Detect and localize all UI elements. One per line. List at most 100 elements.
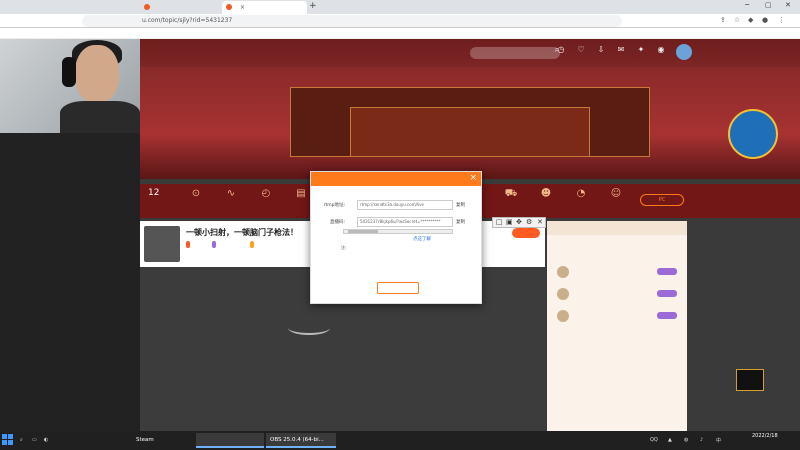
key-field[interactable]: 5431237rBkjkp6u/?wsSecret=**********	[357, 217, 453, 227]
dialog-header: ×	[311, 172, 481, 186]
category-badge	[250, 241, 254, 248]
message-icon[interactable]: ✉	[614, 45, 628, 54]
favicon-icon	[226, 4, 232, 10]
taskbar-browser[interactable]	[196, 433, 264, 448]
rank-row[interactable]	[553, 265, 681, 279]
left-background	[0, 133, 140, 431]
rtmp-label: rtmp地址:	[323, 203, 345, 208]
gift-icon[interactable]: ✦	[634, 45, 648, 54]
minimize-icon[interactable]: ─	[745, 1, 749, 9]
new-tab-button[interactable]: +	[309, 1, 317, 11]
help-link[interactable]: 点这了解	[413, 236, 431, 242]
taskview-icon[interactable]: ▭	[32, 437, 37, 443]
channel-logo	[736, 369, 764, 391]
rank-badge	[212, 241, 216, 248]
key-label: 直播码:	[329, 220, 345, 225]
floating-toolbar: □ ▣ ✥ ⚙ ✕	[492, 217, 546, 228]
favicon-icon	[144, 4, 150, 10]
wave-icon[interactable]: ∿	[220, 188, 242, 199]
chat-tabs[interactable]	[547, 221, 687, 235]
edge-icon[interactable]: ◐	[44, 437, 48, 443]
star-icon[interactable]: ☆	[734, 16, 740, 24]
notice-block: 注:	[341, 244, 466, 251]
share-icon[interactable]: ⇪	[720, 16, 726, 24]
maximize-icon[interactable]: ▢	[765, 1, 772, 9]
search-input[interactable]	[470, 47, 560, 59]
rtmp-field[interactable]: rtmp://sendtc3a.douyu.com/live	[357, 200, 453, 210]
rank-button[interactable]	[657, 268, 677, 275]
copy-key-button[interactable]: 复制	[456, 219, 465, 225]
history-icon[interactable]: ◷	[554, 45, 568, 54]
rank-button[interactable]	[657, 290, 677, 297]
bookmark-bar[interactable]	[0, 28, 800, 39]
tray-icon[interactable]: ▲	[668, 437, 672, 443]
url-field[interactable]: u.com/topic/sjly?rid=5431237	[82, 15, 622, 27]
taskbar-steam[interactable]: Steam	[132, 433, 194, 448]
room-banner	[140, 67, 800, 179]
qq-icon[interactable]: QQ	[650, 437, 658, 443]
push-stream-dialog: × rtmp地址: rtmp://sendtc3a.douyu.com/live…	[310, 171, 482, 304]
close-window-icon[interactable]: ✕	[785, 1, 791, 9]
rank-row[interactable]	[553, 287, 681, 301]
car-icon[interactable]: ⛟	[500, 188, 522, 201]
webcam-overlay	[0, 39, 140, 133]
copy-rtmp-button[interactable]: 复制	[456, 202, 465, 208]
video-icon[interactable]: ▤	[290, 188, 312, 199]
toggle-icon[interactable]: ⊙	[185, 188, 207, 199]
clock-date: 2022/2/18	[752, 433, 778, 439]
download-icon[interactable]: ⇩	[594, 45, 608, 54]
rank-button[interactable]	[657, 312, 677, 319]
browser-tab-bar: × + ─ ▢ ✕	[0, 0, 800, 14]
scrollbar-thumb[interactable]	[348, 230, 378, 233]
people-icon[interactable]: ☻	[535, 188, 557, 199]
taskbar-app[interactable]	[62, 433, 130, 448]
taskbar-obs[interactable]: OBS 25.0.4 (64-bi...	[266, 433, 336, 448]
window-icon[interactable]: □	[496, 218, 503, 226]
network-icon[interactable]: ◍	[684, 437, 688, 443]
windows-start-icon[interactable]	[2, 434, 14, 446]
settings-icon[interactable]: ⚙	[526, 218, 532, 226]
streamer-avatar[interactable]	[144, 226, 180, 262]
avatar	[557, 288, 569, 300]
empty-state-icon	[288, 321, 330, 335]
extension-icon[interactable]: ◆	[748, 16, 753, 24]
browser-tab-active[interactable]: ×	[222, 1, 307, 14]
clock-icon[interactable]: ◴	[255, 188, 277, 199]
rank-row[interactable]	[553, 309, 681, 323]
close-button[interactable]	[377, 282, 419, 294]
move-icon[interactable]: ✥	[516, 218, 522, 226]
broadcast-icon[interactable]: ◉	[654, 45, 668, 54]
volume-icon[interactable]: ♪	[700, 437, 703, 443]
scrollbar[interactable]	[343, 229, 453, 234]
avatar[interactable]	[676, 44, 692, 60]
room-count: 12	[148, 188, 160, 198]
taskbar: ⌕ ▭ ◐ Steam OBS 25.0.4 (64-bi... QQ ▲ ◍ …	[0, 431, 800, 450]
event-logo	[728, 109, 778, 159]
stream-title: 一顿小扫射，一顿脑门子枪法！	[186, 228, 298, 237]
gauge-icon[interactable]: ◔	[570, 188, 592, 199]
ime-icon[interactable]: 中	[716, 437, 721, 444]
close-icon[interactable]: ×	[469, 173, 477, 183]
clock[interactable]: 2022/2/18	[752, 433, 778, 440]
follow-button[interactable]	[512, 228, 540, 238]
site-nav: ⌕ ◷ ♡ ⇩ ✉ ✦ ◉	[140, 39, 800, 67]
level-badge	[186, 241, 190, 248]
address-bar-row: u.com/topic/sjly?rid=5431237 ⇪ ☆ ◆ ● ⋮	[0, 14, 800, 28]
close-icon[interactable]: ×	[240, 4, 245, 11]
streamer-face	[75, 45, 119, 103]
smile-icon[interactable]: ☺	[605, 188, 627, 199]
avatar	[557, 310, 569, 322]
close-icon[interactable]: ✕	[537, 218, 543, 226]
headset-icon	[62, 57, 76, 87]
streamer-body	[60, 101, 140, 133]
avatar	[557, 266, 569, 278]
search-icon[interactable]: ⌕	[20, 437, 23, 443]
browser-tab[interactable]	[140, 1, 220, 14]
follow-icon[interactable]: ♡	[574, 45, 588, 54]
fit-icon[interactable]: ▣	[506, 218, 513, 226]
notice-title: 注:	[341, 245, 347, 250]
pc-button[interactable]: PC	[640, 194, 684, 206]
chat-panel	[547, 221, 687, 431]
profile-icon[interactable]: ●	[762, 16, 768, 24]
menu-icon[interactable]: ⋮	[778, 16, 785, 24]
